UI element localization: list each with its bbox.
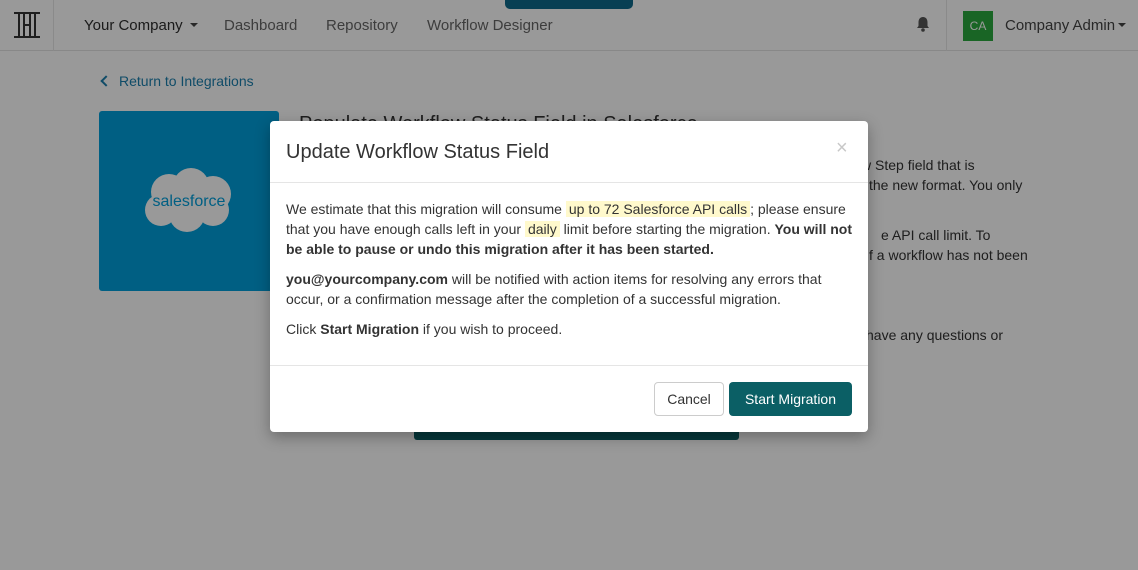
notify-email: you@yourcompany.com bbox=[286, 271, 448, 287]
update-workflow-status-dialog: Update Workflow Status Field × We estima… bbox=[270, 121, 868, 432]
estimate-text: limit before starting the migration. bbox=[563, 221, 771, 237]
proceed-action-name: Start Migration bbox=[320, 321, 420, 337]
modal-body: We estimate that this migration will con… bbox=[286, 199, 856, 349]
cancel-button[interactable]: Cancel bbox=[654, 382, 724, 416]
close-icon[interactable]: × bbox=[836, 136, 848, 160]
api-call-estimate-paragraph: We estimate that this migration will con… bbox=[286, 199, 856, 259]
notification-paragraph: you@yourcompany.com will be notified wit… bbox=[286, 269, 856, 309]
modal-title: Update Workflow Status Field bbox=[286, 141, 550, 163]
start-migration-button[interactable]: Start Migration bbox=[729, 382, 852, 416]
modal-header: Update Workflow Status Field × bbox=[270, 121, 868, 183]
modal-footer: Cancel Start Migration bbox=[270, 365, 868, 432]
api-calls-highlight: up to 72 Salesforce API calls bbox=[565, 201, 751, 217]
estimate-text: We estimate that this migration will con… bbox=[286, 201, 562, 217]
proceed-text: Click bbox=[286, 321, 317, 337]
daily-highlight: daily bbox=[524, 221, 560, 237]
proceed-text: if you wish to proceed. bbox=[422, 321, 563, 337]
proceed-paragraph: Click Start Migration if you wish to pro… bbox=[286, 319, 856, 339]
